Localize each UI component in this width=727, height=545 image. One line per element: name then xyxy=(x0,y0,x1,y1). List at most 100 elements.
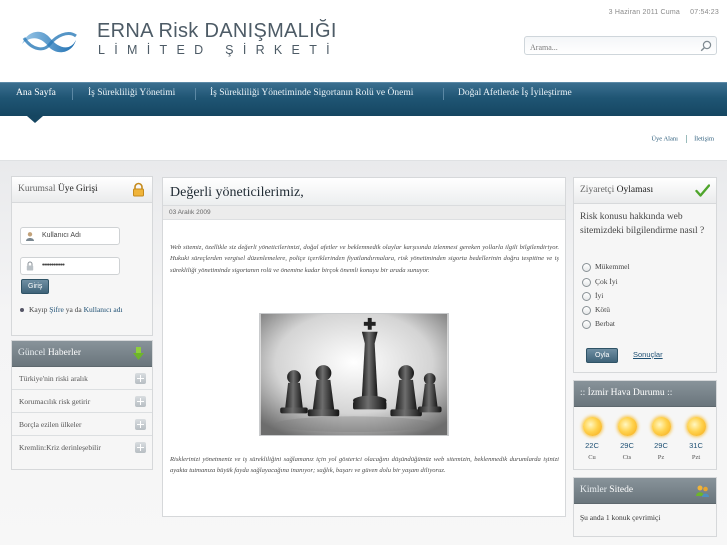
users-icon xyxy=(696,485,709,497)
radio-button[interactable] xyxy=(582,291,591,301)
nav-separator xyxy=(443,88,444,100)
news-item-label: Kremlin:Kriz derinleşebilir xyxy=(19,443,101,452)
poll-results-link[interactable]: Sonuçlar xyxy=(633,350,663,359)
password-field[interactable]: •••••••••••• xyxy=(20,257,120,275)
search-input[interactable] xyxy=(525,39,695,56)
online-panel-header: Kimler Sitede xyxy=(574,478,716,504)
nav-item-insurance-role[interactable]: İş Sürekliliği Yönetiminde Sigortanın Ro… xyxy=(210,83,413,105)
news-panel-title: Güncel Haberler xyxy=(18,348,81,358)
news-item[interactable]: Kremlin:Kriz derinleşebilir xyxy=(12,437,152,459)
current-date: 3 Haziran 2011 Cuma xyxy=(608,9,680,16)
nav-item-disaster-recovery[interactable]: Doğal Afetlerde İş İyileştirme xyxy=(458,83,572,105)
contact-link[interactable]: İletişim xyxy=(694,135,714,142)
username-value: Kullanıcı Adı xyxy=(42,232,81,239)
checkmark-icon xyxy=(695,184,710,197)
company-logo-icon[interactable] xyxy=(18,24,80,58)
poll-option-excellent[interactable]: Mükemmel xyxy=(582,262,630,272)
article-title: Değerli yöneticilerimiz, xyxy=(170,185,304,200)
login-panel-header: Kurumsal Üye Girişi xyxy=(12,177,152,203)
site-header: 3 Haziran 2011 Cuma 07:54:23 ERNA Risk D… xyxy=(0,0,727,82)
link-divider xyxy=(685,135,687,143)
option-label: Kötü xyxy=(595,305,610,314)
main-navigation: Ana Sayfa İş Sürekliliği Yönetimi İş Sür… xyxy=(0,82,727,116)
weather-day: 22C Cu xyxy=(577,417,607,461)
expand-plus-icon[interactable] xyxy=(135,442,146,453)
nav-item-home[interactable]: Ana Sayfa xyxy=(16,83,56,105)
weather-temp: 31C xyxy=(689,441,703,450)
poll-panel: Ziyaretçi Oylaması Risk konusu hakkında … xyxy=(573,177,717,373)
title-suffix: :: xyxy=(667,388,673,398)
article-paragraph-closing: Risklerinizi yönetmeniz ve iş sürekliliğ… xyxy=(170,456,559,475)
weather-panel-header: :: İzmir Hava Durumu :: xyxy=(574,381,716,407)
poll-option-good[interactable]: İyi xyxy=(582,291,603,301)
sunny-icon xyxy=(582,417,602,436)
option-label: İyi xyxy=(595,291,604,300)
title-plain: Kurumsal xyxy=(18,184,56,194)
date-time: 3 Haziran 2011 Cuma 07:54:23 xyxy=(601,9,719,16)
bullet-icon xyxy=(20,308,24,313)
poll-option-bad[interactable]: Kötü xyxy=(582,305,610,315)
forgot-credentials: Kayıp Şifre ya da Kullanıcı adı xyxy=(20,304,148,316)
user-icon xyxy=(26,232,34,241)
option-label: Berbat xyxy=(595,319,615,328)
expand-plus-icon[interactable] xyxy=(135,373,146,384)
news-item-label: Korumacılık risk getirir xyxy=(19,397,91,406)
radio-button[interactable] xyxy=(582,262,591,272)
forgot-username-link[interactable]: Kullanıcı adı xyxy=(84,305,123,314)
password-value: •••••••••••• xyxy=(42,262,65,269)
expand-plus-icon[interactable] xyxy=(135,396,146,407)
padlock-icon xyxy=(26,261,34,271)
members-area-link[interactable]: Üye Alanı xyxy=(651,135,678,142)
utility-links: Üye Alanı İletişim xyxy=(651,135,714,143)
nav-separator xyxy=(195,88,196,100)
poll-option-very-good[interactable]: Çok İyi xyxy=(582,277,618,287)
vote-button[interactable]: Oyla xyxy=(586,348,619,363)
forgot-password-link[interactable]: Şifre xyxy=(49,305,64,314)
title-plain: Kimler xyxy=(580,485,607,495)
radio-button[interactable] xyxy=(582,305,591,315)
nav-separator xyxy=(72,88,73,100)
poll-question: Risk konusu hakkında web sitemizdeki bil… xyxy=(580,212,705,236)
news-item[interactable]: Türkiye'nin riski aralık xyxy=(12,368,152,390)
brand-subtitle: LİMİTED ŞİRKETİ xyxy=(98,43,339,57)
title-plain: Güncel xyxy=(18,348,46,358)
poll-panel-header: Ziyaretçi Oylaması xyxy=(574,178,716,204)
news-item-label: Borçla ezilen ülkeler xyxy=(19,420,82,429)
article-panel: Değerli yöneticilerimiz, 03 Aralık 2009 … xyxy=(162,177,566,517)
weather-day-label: Cts xyxy=(622,454,632,461)
option-label: Çok İyi xyxy=(595,277,618,286)
active-nav-pointer xyxy=(27,116,43,123)
sunny-icon xyxy=(651,417,671,436)
news-panel-header: Güncel Haberler xyxy=(12,341,152,367)
title-bold: Oylaması xyxy=(616,185,654,195)
nav-item-business-continuity[interactable]: İş Sürekliliği Yönetimi xyxy=(88,83,175,105)
weather-day: 31C Pzt xyxy=(681,417,711,461)
radio-button[interactable] xyxy=(582,319,591,329)
search-icon[interactable] xyxy=(700,40,712,52)
radio-button[interactable] xyxy=(582,277,591,287)
username-field[interactable]: Kullanıcı Adı xyxy=(20,227,120,245)
option-label: Mükemmel xyxy=(595,262,630,271)
lock-icon xyxy=(133,182,144,197)
poll-panel-title: Ziyaretçi Oylaması xyxy=(580,185,653,195)
online-panel-title: Kimler Sitede xyxy=(580,485,633,495)
poll-option-terrible[interactable]: Berbat xyxy=(582,319,615,329)
title-bold: Haberler xyxy=(47,348,82,358)
expand-plus-icon[interactable] xyxy=(135,419,146,430)
weather-day-label: Pzt xyxy=(691,454,701,461)
news-item[interactable]: Borçla ezilen ülkeler xyxy=(12,414,152,436)
weather-day-label: Pz xyxy=(657,454,665,461)
login-button[interactable]: Giriş xyxy=(21,279,50,294)
weather-panel-title: :: İzmir Hava Durumu :: xyxy=(580,388,672,398)
search-box xyxy=(524,36,717,56)
article-header: Değerli yöneticilerimiz, xyxy=(163,178,565,206)
weather-temp: 22C xyxy=(585,441,599,450)
current-time: 07:54:23 xyxy=(690,9,719,16)
online-count-text: Şu anda 1 konuk çevrimiçi xyxy=(580,513,661,522)
news-item[interactable]: Korumacılık risk getirir xyxy=(12,391,152,413)
weather-panel: :: İzmir Hava Durumu :: 22C Cu 29C Cts 2… xyxy=(573,380,717,470)
login-panel: Kurumsal Üye Girişi Kullanıcı Adı ••••••… xyxy=(11,176,153,336)
forgot-prefix: Kayıp xyxy=(29,305,48,314)
forgot-middle: ya da xyxy=(65,305,82,314)
chess-pieces-image xyxy=(259,313,449,436)
